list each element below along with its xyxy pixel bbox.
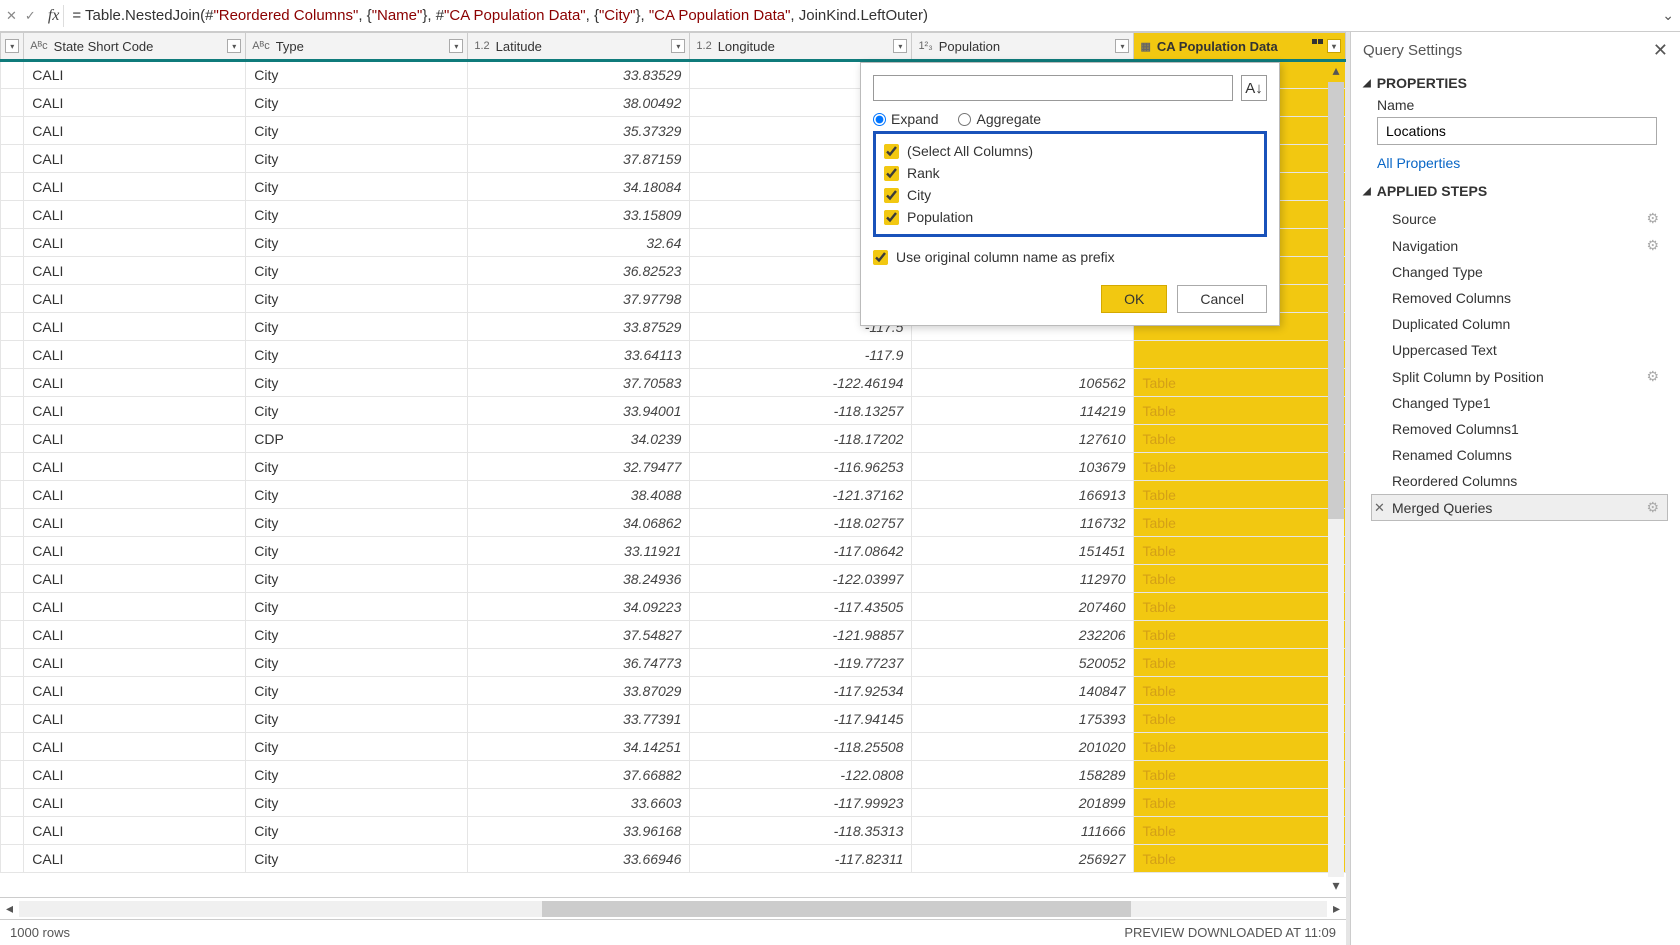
- table-row[interactable]: CALICity33.96168-118.35313111666Table: [1, 817, 1346, 845]
- column-header-type[interactable]: AᴮcType▾: [246, 33, 468, 61]
- cancel-formula-icon[interactable]: ✕: [6, 8, 17, 24]
- label-city: City: [907, 187, 931, 203]
- table-row[interactable]: CALICity36.74773-119.77237520052Table: [1, 649, 1346, 677]
- gear-icon[interactable]: ⚙: [1646, 237, 1659, 254]
- name-label: Name: [1377, 97, 1668, 113]
- properties-heading[interactable]: ◢PROPERTIES: [1363, 75, 1668, 91]
- table-row[interactable]: CALICity33.64113-117.9: [1, 341, 1346, 369]
- scroll-down-icon[interactable]: ▾: [1332, 877, 1339, 897]
- applied-step[interactable]: Removed Columns1: [1371, 416, 1668, 442]
- scroll-left-icon[interactable]: ◂: [6, 900, 13, 917]
- close-icon[interactable]: ✕: [1653, 40, 1668, 61]
- column-header-state[interactable]: AᴮcState Short Code▾: [24, 33, 246, 61]
- row-count: 1000 rows: [10, 925, 70, 940]
- chevron-down-icon[interactable]: ▾: [227, 39, 241, 53]
- label-use-prefix: Use original column name as prefix: [896, 249, 1115, 265]
- cancel-button[interactable]: Cancel: [1177, 285, 1267, 313]
- checkbox-rank[interactable]: [884, 166, 899, 181]
- checkbox-use-prefix[interactable]: [873, 250, 888, 265]
- scroll-right-icon[interactable]: ▸: [1333, 900, 1340, 917]
- text-type-icon: Aᴮc: [30, 40, 47, 52]
- table-type-icon: ▦: [1140, 40, 1150, 53]
- data-grid[interactable]: ▾ AᴮcState Short Code▾ AᴮcType▾ 1.2Latit…: [0, 32, 1346, 897]
- formula-text[interactable]: = Table.NestedJoin(#"Reordered Columns",…: [72, 7, 1654, 24]
- applied-step[interactable]: Removed Columns: [1371, 285, 1668, 311]
- commit-formula-icon[interactable]: ✓: [25, 8, 36, 24]
- applied-step[interactable]: Duplicated Column: [1371, 311, 1668, 337]
- table-row[interactable]: CALICity37.66882-122.0808158289Table: [1, 761, 1346, 789]
- applied-step[interactable]: ✕Merged Queries⚙: [1371, 494, 1668, 521]
- table-row[interactable]: CALICity38.24936-122.03997112970Table: [1, 565, 1346, 593]
- column-header-ca-population-data[interactable]: ▦CA Population Data▾: [1134, 33, 1346, 61]
- applied-step[interactable]: Uppercased Text: [1371, 337, 1668, 363]
- table-row[interactable]: CALICity34.09223-117.43505207460Table: [1, 593, 1346, 621]
- applied-step[interactable]: Reordered Columns: [1371, 468, 1668, 494]
- query-settings-panel: Query Settings ✕ ◢PROPERTIES Name All Pr…: [1350, 32, 1680, 945]
- gear-icon[interactable]: ⚙: [1646, 210, 1659, 227]
- table-row[interactable]: CALICity33.11921-117.08642151451Table: [1, 537, 1346, 565]
- chevron-down-icon[interactable]: ▾: [1327, 39, 1341, 53]
- table-row[interactable]: CALICity33.77391-117.94145175393Table: [1, 705, 1346, 733]
- chevron-down-icon[interactable]: ▾: [449, 39, 463, 53]
- horizontal-scrollbar[interactable]: ◂ ▸: [0, 897, 1346, 919]
- chevron-down-icon[interactable]: ▾: [1115, 39, 1129, 53]
- chevron-down-icon[interactable]: ▾: [671, 39, 685, 53]
- applied-step[interactable]: Split Column by Position⚙: [1371, 363, 1668, 390]
- vertical-scrollbar[interactable]: ▴ ▾: [1326, 62, 1346, 897]
- preview-time: PREVIEW DOWNLOADED AT 11:09: [1124, 925, 1336, 940]
- query-name-input[interactable]: [1377, 117, 1657, 145]
- status-bar: 1000 rows PREVIEW DOWNLOADED AT 11:09: [0, 919, 1346, 945]
- columns-selection-box: (Select All Columns) Rank City Populatio…: [873, 131, 1267, 237]
- applied-step[interactable]: Renamed Columns: [1371, 442, 1668, 468]
- chevron-down-icon[interactable]: ▾: [893, 39, 907, 53]
- checkbox-city[interactable]: [884, 188, 899, 203]
- table-row[interactable]: CALICity32.79477-116.96253103679Table: [1, 453, 1346, 481]
- expand-formula-icon[interactable]: ⌄: [1662, 7, 1674, 24]
- table-row[interactable]: CALICity37.54827-121.98857232206Table: [1, 621, 1346, 649]
- label-population: Population: [907, 209, 973, 225]
- row-selector-header[interactable]: ▾: [1, 33, 24, 61]
- checkbox-select-all[interactable]: [884, 144, 899, 159]
- decimal-type-icon: 1.2: [696, 40, 711, 52]
- table-row[interactable]: CALICity34.06862-118.02757116732Table: [1, 509, 1346, 537]
- table-row[interactable]: CALICity38.4088-121.37162166913Table: [1, 481, 1346, 509]
- table-row[interactable]: CALICity33.66946-117.82311256927Table: [1, 845, 1346, 873]
- label-select-all: (Select All Columns): [907, 143, 1033, 159]
- radio-expand[interactable]: Expand: [873, 111, 938, 127]
- search-columns-input[interactable]: [873, 75, 1233, 101]
- all-properties-link[interactable]: All Properties: [1377, 155, 1668, 171]
- table-row[interactable]: CALICDP34.0239-118.17202127610Table: [1, 425, 1346, 453]
- column-header-population[interactable]: 1²₃Population▾: [912, 33, 1134, 61]
- applied-step[interactable]: Source⚙: [1371, 205, 1668, 232]
- gear-icon[interactable]: ⚙: [1646, 368, 1659, 385]
- checkbox-population[interactable]: [884, 210, 899, 225]
- applied-step[interactable]: Changed Type1: [1371, 390, 1668, 416]
- fx-icon[interactable]: fx: [44, 5, 65, 27]
- table-row[interactable]: CALICity33.87029-117.92534140847Table: [1, 677, 1346, 705]
- gear-icon[interactable]: ⚙: [1646, 499, 1659, 516]
- table-row[interactable]: CALICity33.6603-117.99923201899Table: [1, 789, 1346, 817]
- formula-bar: ✕ ✓ fx = Table.NestedJoin(#"Reordered Co…: [0, 0, 1680, 32]
- expand-columns-popup: A↓ Expand Aggregate (Select All Columns)…: [860, 62, 1280, 326]
- radio-aggregate[interactable]: Aggregate: [958, 111, 1041, 127]
- text-type-icon: Aᴮc: [252, 40, 269, 52]
- table-row[interactable]: CALICity34.14251-118.25508201020Table: [1, 733, 1346, 761]
- chevron-down-icon[interactable]: ▾: [5, 39, 19, 53]
- applied-step[interactable]: Changed Type: [1371, 259, 1668, 285]
- whole-number-type-icon: 1²₃: [918, 40, 932, 52]
- delete-step-icon[interactable]: ✕: [1374, 500, 1385, 516]
- table-row[interactable]: CALICity37.70583-122.46194106562Table: [1, 369, 1346, 397]
- applied-step[interactable]: Navigation⚙: [1371, 232, 1668, 259]
- table-row[interactable]: CALICity33.94001-118.13257114219Table: [1, 397, 1346, 425]
- column-header-latitude[interactable]: 1.2Latitude▾: [468, 33, 690, 61]
- applied-steps-heading[interactable]: ◢APPLIED STEPS: [1363, 183, 1668, 199]
- column-header-longitude[interactable]: 1.2Longitude▾: [690, 33, 912, 61]
- label-rank: Rank: [907, 165, 940, 181]
- expand-column-icon[interactable]: [1312, 39, 1323, 44]
- sort-columns-button[interactable]: A↓: [1241, 75, 1267, 101]
- ok-button[interactable]: OK: [1101, 285, 1167, 313]
- query-settings-title: Query Settings: [1363, 42, 1462, 59]
- decimal-type-icon: 1.2: [474, 40, 489, 52]
- scroll-up-icon[interactable]: ▴: [1332, 62, 1339, 82]
